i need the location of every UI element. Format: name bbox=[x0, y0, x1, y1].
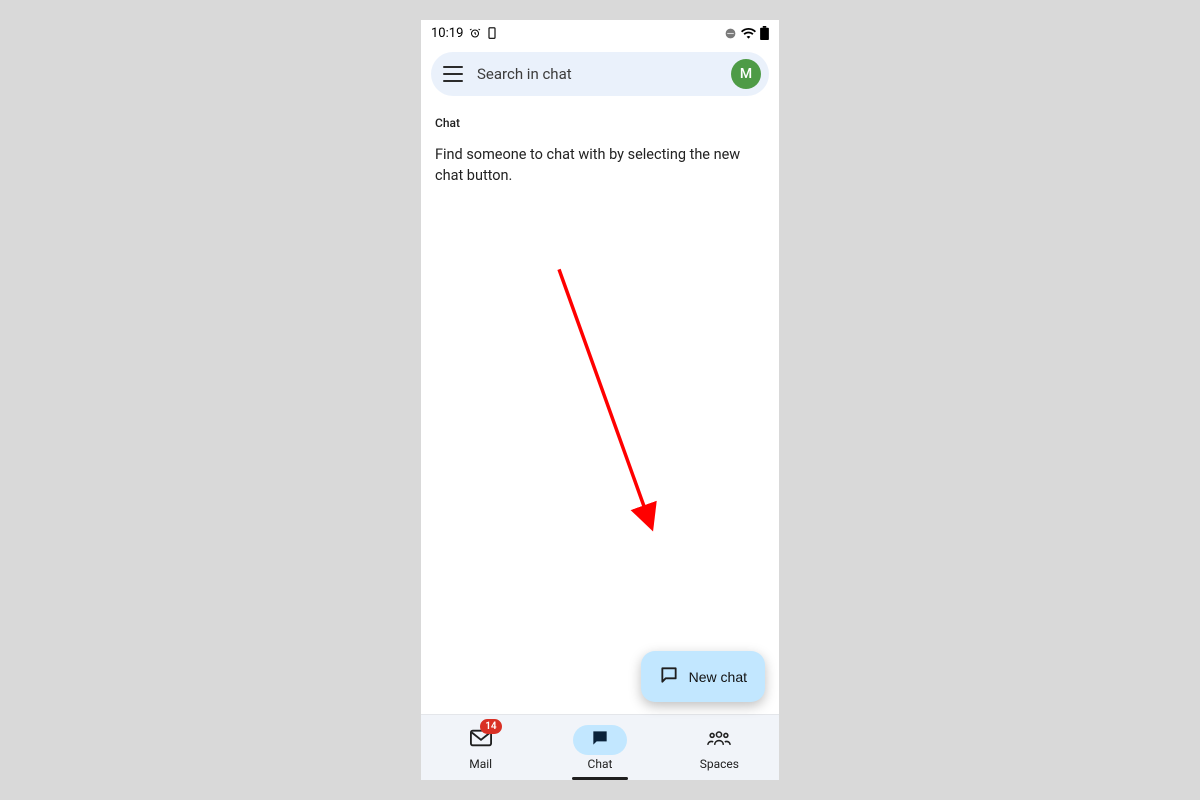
empty-state-text: Find someone to chat with by selecting t… bbox=[421, 134, 779, 186]
search-row: Search in chat M bbox=[421, 46, 779, 102]
alarm-icon bbox=[469, 27, 481, 39]
status-bar: 10:19 bbox=[421, 20, 779, 46]
avatar-initial: M bbox=[740, 66, 752, 82]
nav-spaces-label: Spaces bbox=[700, 757, 739, 771]
annotation-arrow bbox=[421, 186, 779, 714]
nav-chat[interactable]: Chat bbox=[540, 715, 659, 780]
menu-icon[interactable] bbox=[443, 66, 463, 82]
wifi-icon bbox=[741, 27, 756, 39]
new-chat-button[interactable]: New chat bbox=[641, 651, 765, 702]
search-bar[interactable]: Search in chat M bbox=[431, 52, 769, 96]
nav-spaces-pill bbox=[692, 725, 746, 755]
people-icon bbox=[707, 729, 731, 750]
search-placeholder: Search in chat bbox=[477, 65, 717, 83]
chat-bubble-icon bbox=[659, 665, 679, 688]
bottom-nav: 14 Mail Chat Spaces bbox=[421, 714, 779, 780]
notification-icon bbox=[487, 27, 497, 39]
dnd-icon bbox=[724, 27, 737, 40]
nav-chat-pill bbox=[573, 725, 627, 755]
nav-mail-pill: 14 bbox=[454, 725, 508, 755]
phone-frame: 10:19 Search in chat bbox=[421, 20, 779, 780]
mail-badge: 14 bbox=[480, 719, 501, 734]
nav-chat-label: Chat bbox=[588, 757, 613, 771]
nav-mail[interactable]: 14 Mail bbox=[421, 715, 540, 780]
fab-label: New chat bbox=[689, 669, 747, 685]
chat-icon bbox=[590, 728, 610, 751]
status-time: 10:19 bbox=[431, 26, 463, 41]
battery-icon bbox=[760, 26, 769, 40]
content-area bbox=[421, 186, 779, 714]
nav-mail-label: Mail bbox=[469, 757, 492, 771]
nav-spaces[interactable]: Spaces bbox=[660, 715, 779, 780]
section-label: Chat bbox=[421, 102, 779, 134]
avatar[interactable]: M bbox=[731, 59, 761, 89]
nav-active-underline bbox=[572, 777, 628, 780]
